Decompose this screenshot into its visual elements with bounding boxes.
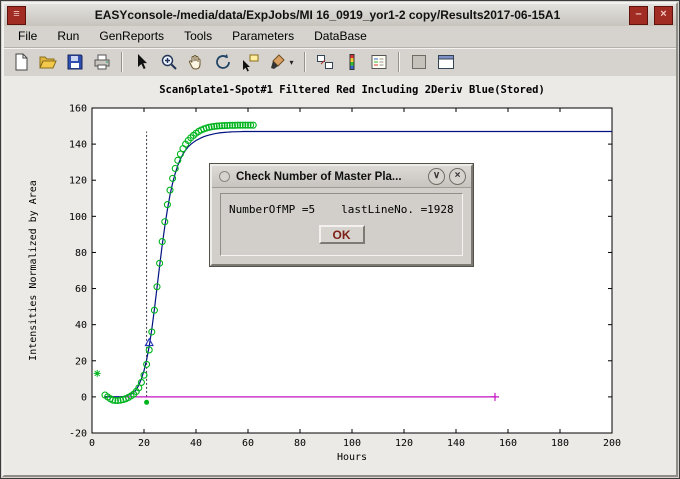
x-tick-label: 20: [138, 438, 150, 449]
y-tick-label: 20: [75, 356, 87, 367]
new-file-icon: [11, 52, 31, 72]
zoom-in-icon[interactable]: [156, 50, 182, 74]
brush-icon: [268, 52, 288, 72]
y-axis-label: Intensities Normalized by Area: [28, 180, 39, 361]
toolbar-separator: [121, 52, 123, 72]
menu-bar: FileRunGenReportsToolsParametersDataBase: [4, 26, 676, 47]
dropdown-arrow-icon[interactable]: ▾: [289, 58, 293, 67]
x-tick-label: 80: [294, 438, 306, 449]
toolbar-separator: [398, 52, 400, 72]
show-plot-tools-icon[interactable]: [433, 50, 459, 74]
menu-database[interactable]: DataBase: [304, 27, 377, 46]
axes-box: [92, 108, 612, 433]
x-tick-label: 100: [343, 438, 361, 449]
x-tick-label: 160: [499, 438, 517, 449]
x-tick-label: 40: [190, 438, 202, 449]
x-tick-label: 0: [89, 438, 95, 449]
y-tick-label: -20: [69, 429, 87, 440]
window-title: EASYconsole-/media/data/ExpJobs/MI 16_09…: [29, 8, 626, 22]
app-window: ≡ EASYconsole-/media/data/ExpJobs/MI 16_…: [0, 0, 680, 479]
open-folder-icon: [38, 52, 58, 72]
toolbar: ▾: [4, 47, 676, 77]
x-tick-label: 180: [551, 438, 569, 449]
close-button[interactable]: ×: [654, 6, 673, 25]
dialog-title-bar[interactable]: Check Number of Master Pla... ∨ ×: [212, 166, 471, 188]
plot-title: Scan6plate1-Spot#1 Filtered Red Includin…: [159, 84, 545, 96]
dialog-field-lastlineno: lastLineNo. =1928: [341, 203, 454, 216]
legend-icon[interactable]: [366, 50, 392, 74]
y-tick-label: 120: [69, 176, 87, 187]
colorbar-icon: [342, 52, 362, 72]
print-icon: [92, 52, 112, 72]
x-tick-label: 60: [242, 438, 254, 449]
link-plots-icon[interactable]: [312, 50, 338, 74]
dialog-body: NumberOfMP =5 lastLineNo. =1928 OK: [220, 193, 463, 256]
menu-file[interactable]: File: [8, 27, 47, 46]
y-tick-label: 60: [75, 284, 87, 295]
window-menu-button[interactable]: ≡: [7, 6, 26, 25]
hide-plot-tools-icon: [409, 52, 429, 72]
figure-area: 020406080100120140160180200-200204060801…: [4, 76, 676, 475]
rotate-3d-icon[interactable]: [210, 50, 236, 74]
dialog-shade-button[interactable]: ∨: [428, 168, 445, 185]
pan-hand-icon[interactable]: [183, 50, 209, 74]
legend-icon: [369, 52, 389, 72]
save-icon[interactable]: [62, 50, 88, 74]
dialog-menu-icon: [219, 171, 230, 182]
menu-tools[interactable]: Tools: [174, 27, 222, 46]
pan-hand-icon: [186, 52, 206, 72]
y-tick-label: 140: [69, 140, 87, 151]
link-plots-icon: [315, 52, 335, 72]
print-icon[interactable]: [89, 50, 115, 74]
y-tick-label: 40: [75, 320, 87, 331]
dialog-fields: NumberOfMP =5 lastLineNo. =1928: [221, 194, 462, 216]
new-file-icon[interactable]: [8, 50, 34, 74]
data-cursor-icon: [240, 52, 260, 72]
dialog-close-button[interactable]: ×: [449, 168, 466, 185]
edit-arrow-icon[interactable]: [129, 50, 155, 74]
hide-plot-tools-icon[interactable]: [406, 50, 432, 74]
data-cursor-icon[interactable]: [237, 50, 263, 74]
series-start-asterisk: [94, 370, 101, 377]
save-icon: [65, 52, 85, 72]
x-tick-label: 120: [395, 438, 413, 449]
y-tick-label: 80: [75, 248, 87, 259]
x-axis-label: Hours: [337, 452, 367, 463]
y-tick-label: 160: [69, 104, 87, 115]
open-folder-icon[interactable]: [35, 50, 61, 74]
ok-button[interactable]: OK: [319, 225, 365, 244]
plot-canvas[interactable]: 020406080100120140160180200-200204060801…: [4, 76, 678, 477]
y-tick-label: 0: [81, 392, 87, 403]
title-bar[interactable]: ≡ EASYconsole-/media/data/ExpJobs/MI 16_…: [4, 4, 676, 27]
dialog-title: Check Number of Master Pla...: [236, 171, 424, 183]
toolbar-separator: [304, 52, 306, 72]
show-plot-tools-icon: [436, 52, 456, 72]
zoom-in-icon: [159, 52, 179, 72]
x-tick-label: 200: [603, 438, 621, 449]
series-below-baseline-dot: [144, 400, 149, 405]
dialog-check-number-of-master-plates: Check Number of Master Pla... ∨ × Number…: [210, 164, 473, 266]
brush-icon[interactable]: ▾: [264, 50, 298, 74]
colorbar-icon[interactable]: [339, 50, 365, 74]
edit-arrow-icon: [132, 52, 152, 72]
rotate-3d-icon: [213, 52, 233, 72]
minimize-button[interactable]: –: [629, 6, 648, 25]
menu-parameters[interactable]: Parameters: [222, 27, 304, 46]
menu-run[interactable]: Run: [47, 27, 89, 46]
x-tick-label: 140: [447, 438, 465, 449]
menu-genreports[interactable]: GenReports: [89, 27, 174, 46]
dialog-field-numberofmp: NumberOfMP =5: [229, 203, 315, 216]
y-tick-label: 100: [69, 212, 87, 223]
